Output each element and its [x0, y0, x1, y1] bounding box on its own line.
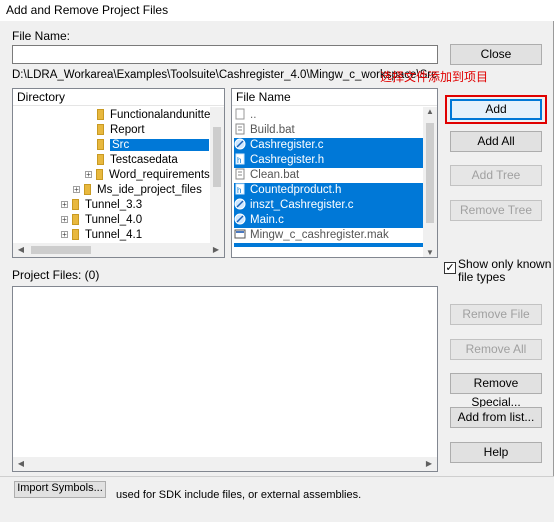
file-list-vscrollbar[interactable]: ▲ ▼	[423, 107, 437, 257]
batch-file-icon	[234, 123, 246, 135]
folder-icon	[72, 214, 79, 225]
expand-icon[interactable]: +	[61, 216, 68, 224]
file-item-build-bat[interactable]: Build.bat	[234, 123, 423, 138]
current-path: D:\LDRA_Workarea\Examples\Toolsuite\Cash…	[12, 69, 437, 81]
directory-header: Directory	[13, 89, 224, 106]
file-name-input[interactable]	[12, 45, 438, 64]
help-button[interactable]: Help	[450, 442, 542, 463]
add-from-list-button[interactable]: Add from list...	[450, 407, 542, 428]
file-item-cashregister-h[interactable]: h Cashregister.h	[234, 153, 423, 168]
project-files-hscrollbar[interactable]: ◀ ▶	[13, 457, 437, 471]
scroll-right-icon[interactable]: ▶	[208, 245, 224, 254]
folder-icon	[97, 139, 104, 150]
add-tree-button[interactable]: Add Tree	[450, 165, 542, 186]
close-button[interactable]: Close	[450, 44, 542, 65]
file-item-inszt-cashregister-c[interactable]: inszt_Cashregister.c	[234, 198, 423, 213]
project-files-list[interactable]: ◀ ▶	[12, 286, 438, 472]
h-file-icon: h	[234, 153, 246, 165]
scroll-thumb[interactable]	[213, 127, 221, 187]
scroll-up-icon[interactable]: ▲	[422, 107, 437, 116]
file-name-label: File Name:	[12, 29, 71, 43]
directory-hscrollbar[interactable]: ◀ ▶	[13, 243, 224, 257]
folder-icon	[84, 184, 91, 195]
h-file-icon: h	[234, 183, 246, 195]
dir-item-testcasedata[interactable]: Testcasedata	[97, 153, 178, 168]
folder-icon	[97, 124, 104, 135]
add-all-button[interactable]: Add All	[450, 131, 542, 152]
folder-icon	[72, 199, 79, 210]
file-list-header: File Name	[232, 89, 437, 106]
show-only-known-label-1: Show only known	[458, 257, 552, 271]
c-file-icon	[234, 213, 246, 225]
c-file-icon	[234, 198, 246, 210]
file-item-countedproduct-h[interactable]: h Countedproduct.h	[234, 183, 423, 198]
scroll-right-icon[interactable]: ▶	[421, 459, 437, 468]
folder-icon	[96, 169, 103, 180]
svg-text:h: h	[237, 186, 241, 195]
show-only-known-checkbox[interactable]: ✓	[444, 262, 456, 274]
scroll-down-icon[interactable]: ▼	[422, 248, 437, 257]
file-item-main-c[interactable]: Main.c	[234, 213, 423, 228]
title-bar: Add and Remove Project Files	[0, 0, 554, 21]
remove-special-button[interactable]: Remove Special...	[450, 373, 542, 409]
folder-icon	[72, 229, 79, 240]
expand-icon[interactable]: +	[61, 201, 68, 209]
scroll-left-icon[interactable]: ◀	[13, 459, 29, 468]
file-item-parent[interactable]: ..	[234, 108, 423, 123]
dir-item-src[interactable]: Src	[97, 138, 212, 153]
dir-item-tunnel-4-1[interactable]: + Tunnel_4.1	[61, 228, 142, 243]
directory-panel[interactable]: Directory Functionalandunittest Report S…	[12, 88, 225, 258]
background-text: used for SDK include files, or external …	[116, 489, 362, 501]
scroll-thumb[interactable]	[426, 123, 434, 223]
folder-icon	[97, 154, 104, 165]
remove-tree-button[interactable]: Remove Tree	[450, 200, 542, 221]
import-symbols-button[interactable]: Import Symbols...	[14, 481, 106, 498]
dir-item-ms-ide-project-files[interactable]: + Ms_ide_project_files	[73, 183, 202, 198]
remove-file-button[interactable]: Remove File	[450, 304, 542, 325]
dir-item-tunnel-3-3[interactable]: + Tunnel_3.3	[61, 198, 142, 213]
file-item-mingw-mak[interactable]: Mingw_c_cashregister.mak	[234, 228, 423, 243]
window-title: Add and Remove Project Files	[6, 3, 169, 17]
expand-icon[interactable]: +	[61, 231, 68, 239]
scroll-left-icon[interactable]: ◀	[13, 245, 29, 254]
dir-item-word-requirements[interactable]: + Word_requirements	[85, 168, 210, 183]
expand-icon[interactable]: +	[73, 186, 80, 194]
c-file-icon	[234, 138, 246, 150]
dir-item-functionalandunittest[interactable]: Functionalandunittest	[97, 108, 219, 123]
svg-text:h: h	[237, 156, 241, 165]
directory-vscrollbar[interactable]	[210, 107, 224, 243]
remove-all-button[interactable]: Remove All	[450, 339, 542, 360]
file-item-cashregister-c[interactable]: Cashregister.c	[234, 138, 423, 153]
project-files-label: Project Files: (0)	[12, 268, 100, 282]
file-item-clean-bat[interactable]: Clean.bat	[234, 168, 423, 183]
expand-icon[interactable]: +	[85, 171, 92, 179]
annotation-text: 选择文件添加到项目	[380, 70, 489, 84]
file-item-partial[interactable]	[234, 243, 423, 247]
file-list-panel[interactable]: File Name .. Build.bat Cashregister.c hC…	[231, 88, 438, 258]
parent-folder-icon	[234, 108, 246, 120]
add-button[interactable]: Add	[450, 99, 542, 120]
dir-item-tunnel-4-0[interactable]: + Tunnel_4.0	[61, 213, 142, 228]
makefile-icon	[234, 228, 246, 240]
scroll-thumb[interactable]	[31, 246, 91, 254]
folder-icon	[97, 109, 104, 120]
dir-item-report[interactable]: Report	[97, 123, 145, 138]
batch-file-icon	[234, 168, 246, 180]
show-only-known-label-2: file types	[458, 270, 506, 284]
